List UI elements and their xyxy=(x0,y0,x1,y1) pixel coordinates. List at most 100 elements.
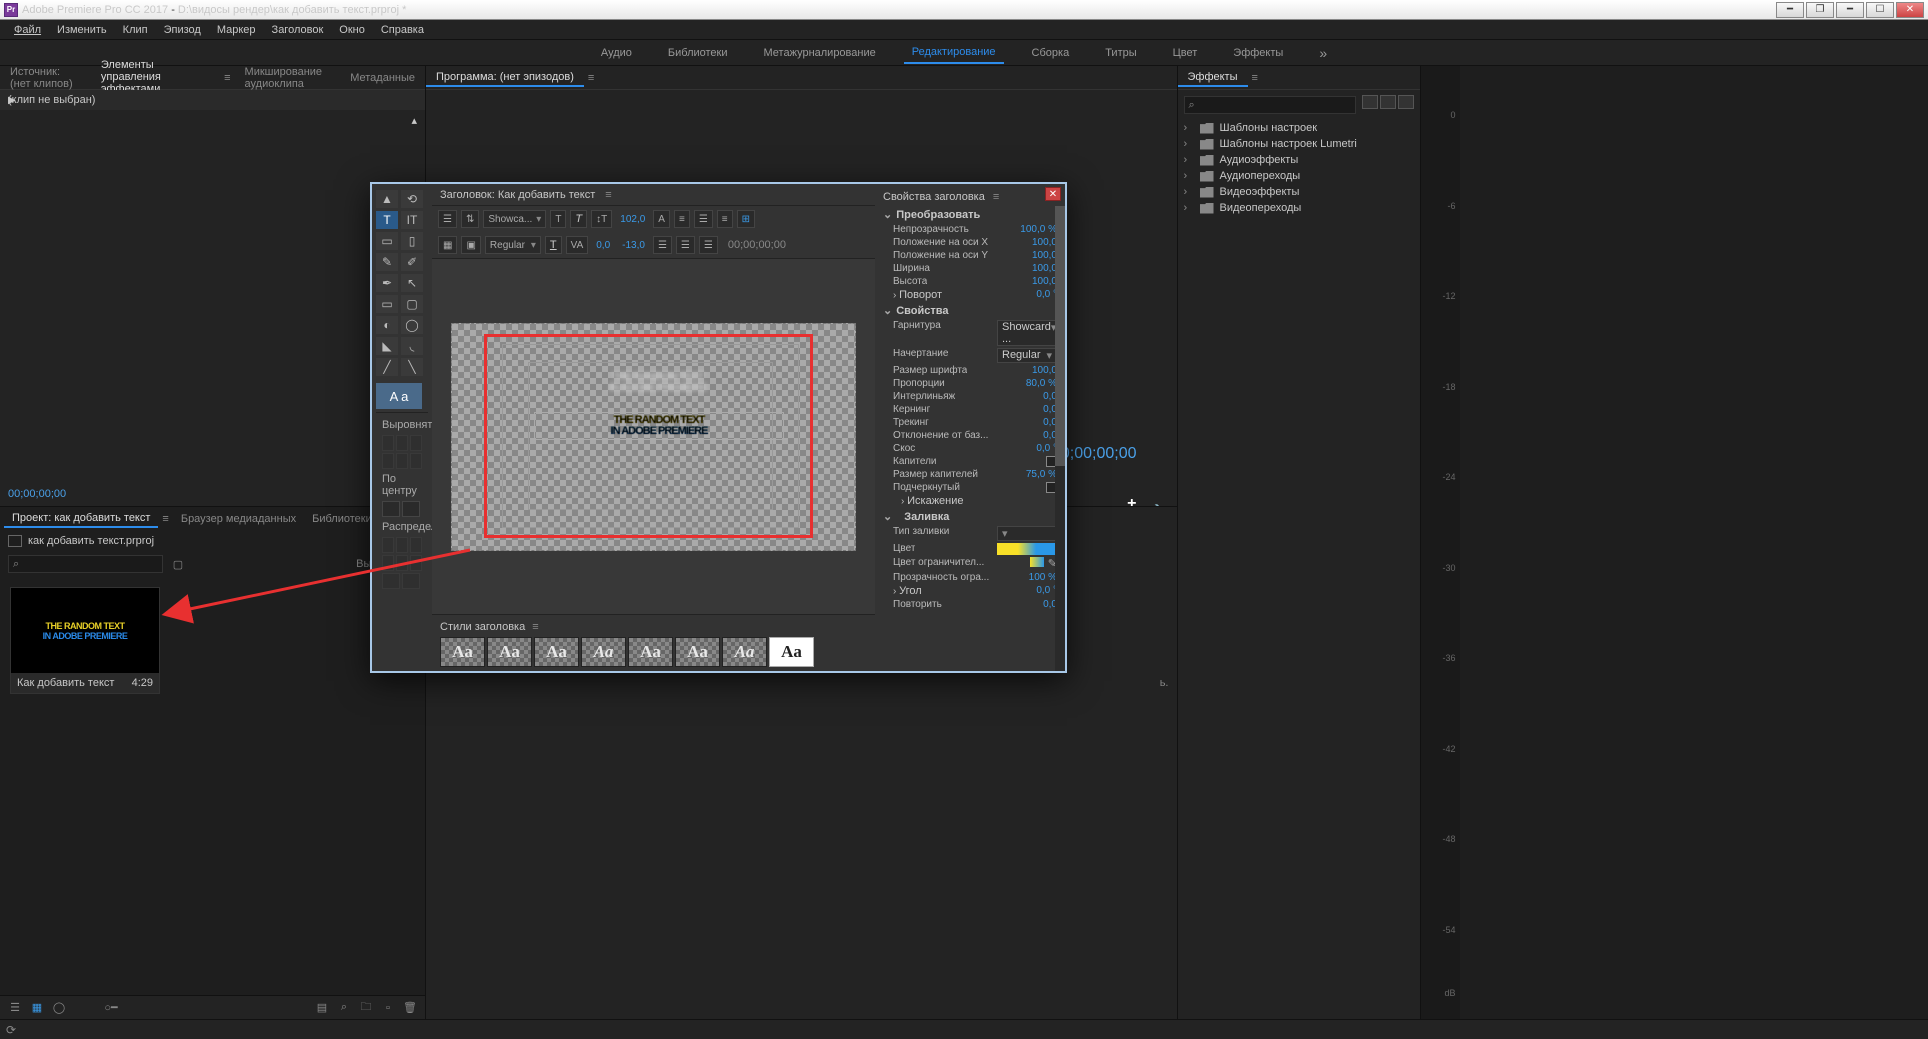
underline-icon[interactable]: T xyxy=(545,236,562,254)
height-value[interactable]: 100,0 xyxy=(1032,276,1057,287)
maximize-button[interactable]: ☐ xyxy=(1866,2,1894,18)
vertical-path-type-icon[interactable]: ✐ xyxy=(401,253,423,271)
expand-icon[interactable]: ▴ xyxy=(411,114,417,127)
title-style-4[interactable]: Aa xyxy=(581,637,626,667)
smallcapsize-value[interactable]: 75,0 % xyxy=(1026,469,1057,480)
title-style-1[interactable]: Aa xyxy=(440,637,485,667)
center-h-icon[interactable] xyxy=(382,501,400,517)
fsize-value[interactable]: 100,0 xyxy=(1032,365,1057,376)
tab-source[interactable]: Источник: (нет клипов) xyxy=(0,64,91,92)
dist5-icon[interactable] xyxy=(396,555,408,571)
props-menu-icon[interactable]: ≡ xyxy=(989,191,1003,203)
leading-value[interactable]: 0,0 xyxy=(592,236,614,254)
type-tool-icon[interactable]: T xyxy=(376,211,398,229)
menu-edit[interactable]: Изменить xyxy=(49,22,115,38)
fx-folder-video-fx[interactable]: Видеоэффекты xyxy=(1184,184,1414,200)
clipped-rect-icon[interactable]: ◐ xyxy=(376,316,398,334)
tab-libraries[interactable]: Библиотеки xyxy=(304,511,380,527)
rounded-rect-icon[interactable]: ▢ xyxy=(401,295,423,313)
restore-button[interactable]: ❐ xyxy=(1806,2,1834,18)
ellipse-icon[interactable]: ◯ xyxy=(401,316,423,334)
title-style-3[interactable]: Aa xyxy=(534,637,579,667)
aspect-value[interactable]: 80,0 % xyxy=(1026,378,1057,389)
font-style-select[interactable]: Regular xyxy=(485,236,541,254)
title-type-icon[interactable]: ☰ xyxy=(438,210,457,228)
bold-icon[interactable]: T xyxy=(550,210,566,228)
dist6-icon[interactable] xyxy=(410,555,422,571)
angle-value[interactable]: 0,0 ° xyxy=(1036,585,1057,597)
ws-editing[interactable]: Редактирование xyxy=(904,42,1004,64)
color-gradient-swatch[interactable] xyxy=(997,543,1057,555)
menu-window[interactable]: Окно xyxy=(331,22,373,38)
align-right-text-icon[interactable]: ≡ xyxy=(717,210,733,228)
slant-value[interactable]: 0,0 ° xyxy=(1036,443,1057,454)
project-clip-thumb[interactable]: THE RANDOM TEXT IN ADOBE PREMIERE Как до… xyxy=(10,587,160,694)
vertical-area-type-icon[interactable]: ▯ xyxy=(401,232,423,250)
dist2-icon[interactable] xyxy=(396,537,408,553)
align-right-icon[interactable] xyxy=(410,435,422,451)
fontfam-select[interactable]: Showcard ... xyxy=(997,320,1057,346)
styles-menu-icon[interactable]: ≡ xyxy=(528,621,542,633)
line-icon[interactable]: ╱ xyxy=(376,358,398,376)
tab-effects[interactable]: Эффекты xyxy=(1178,69,1248,87)
center-v-icon[interactable] xyxy=(402,501,420,517)
tab-program[interactable]: Программа: (нет эпизодов) xyxy=(426,69,584,87)
colorstop-swatch[interactable] xyxy=(1030,557,1044,567)
ws-audio[interactable]: Аудио xyxy=(593,43,640,63)
line2-icon[interactable]: ╲ xyxy=(401,358,423,376)
leading-icon[interactable]: A xyxy=(653,210,670,228)
panel-menu-icon[interactable]: ≡ xyxy=(220,72,234,84)
title-style-6[interactable]: Aa xyxy=(675,637,720,667)
posy-value[interactable]: 100,0 xyxy=(1032,250,1057,261)
width-value[interactable]: 100,0 xyxy=(1032,263,1057,274)
align-left-icon[interactable] xyxy=(382,435,394,451)
status-sync-icon[interactable]: ⟳ xyxy=(6,1023,16,1037)
dist3-icon[interactable] xyxy=(410,537,422,553)
fx-folder-presets[interactable]: Шаблоны настроек xyxy=(1184,120,1414,136)
style-preview-icon[interactable]: A a xyxy=(376,383,422,409)
add-anchor-icon[interactable]: ↖ xyxy=(401,274,423,292)
trash-icon[interactable]: 🗑 xyxy=(403,1001,417,1015)
find-icon[interactable]: ⌕ xyxy=(337,1001,351,1015)
ws-titles[interactable]: Титры xyxy=(1097,43,1144,63)
fontstyle-select[interactable]: Regular xyxy=(997,348,1057,363)
section-transform[interactable]: Преобразовать xyxy=(875,206,1065,223)
rotation-tool-icon[interactable]: ⟲ xyxy=(401,190,423,208)
rect-tool-icon[interactable]: ▭ xyxy=(376,295,398,313)
kerning-value[interactable]: -13,0 xyxy=(618,236,649,254)
panel-menu-icon[interactable]: ≡ xyxy=(584,72,598,84)
fx-folder-lumetri[interactable]: Шаблоны настроек Lumetri xyxy=(1184,136,1414,152)
tab-media-browser[interactable]: Браузер медиаданных xyxy=(173,511,304,527)
minimize-button[interactable]: ━ xyxy=(1776,2,1804,18)
menu-sequence[interactable]: Эпизод xyxy=(156,22,209,38)
posx-value[interactable]: 100,0 xyxy=(1032,237,1057,248)
fx-badge-32bit-icon[interactable] xyxy=(1380,95,1396,109)
area-type-icon[interactable]: ▭ xyxy=(376,232,398,250)
menu-clip[interactable]: Клип xyxy=(115,22,156,38)
section-fill[interactable]: Заливка xyxy=(875,508,1065,525)
list-view-icon[interactable]: ☰ xyxy=(8,1001,22,1015)
bin-icon[interactable]: ▢ xyxy=(171,557,185,571)
tab-stops-icon[interactable]: ⊞ xyxy=(737,210,755,228)
arc-icon[interactable]: ◟ xyxy=(401,337,423,355)
title-style-2[interactable]: Aa xyxy=(487,637,532,667)
align-top-text-icon[interactable]: ☰ xyxy=(653,236,672,254)
pen-tool-icon[interactable]: ✒ xyxy=(376,274,398,292)
new-bin-icon[interactable]: 🗀 xyxy=(359,1001,373,1015)
ws-assembly[interactable]: Сборка xyxy=(1024,43,1078,63)
vertical-type-icon[interactable]: IT xyxy=(401,211,423,229)
align-left-text-icon[interactable]: ≡ xyxy=(674,210,690,228)
icon-view-icon[interactable]: ▦ xyxy=(30,1001,44,1015)
italic-icon[interactable]: T xyxy=(570,210,587,228)
fx-badge-yuv-icon[interactable] xyxy=(1398,95,1414,109)
dist1-icon[interactable] xyxy=(382,537,394,553)
auto-sequence-icon[interactable]: ▤ xyxy=(315,1001,329,1015)
show-video-icon[interactable]: ▣ xyxy=(461,236,480,254)
opacity-value[interactable]: 100,0 % xyxy=(1020,224,1057,235)
wedge-icon[interactable]: ◣ xyxy=(376,337,398,355)
minimize2-button[interactable]: ━ xyxy=(1836,2,1864,18)
font-size-value[interactable]: 102,0 xyxy=(616,210,649,228)
align-vcenter-icon[interactable] xyxy=(396,453,408,469)
ws-overflow[interactable]: » xyxy=(1311,45,1335,61)
menu-title[interactable]: Заголовок xyxy=(264,22,332,38)
